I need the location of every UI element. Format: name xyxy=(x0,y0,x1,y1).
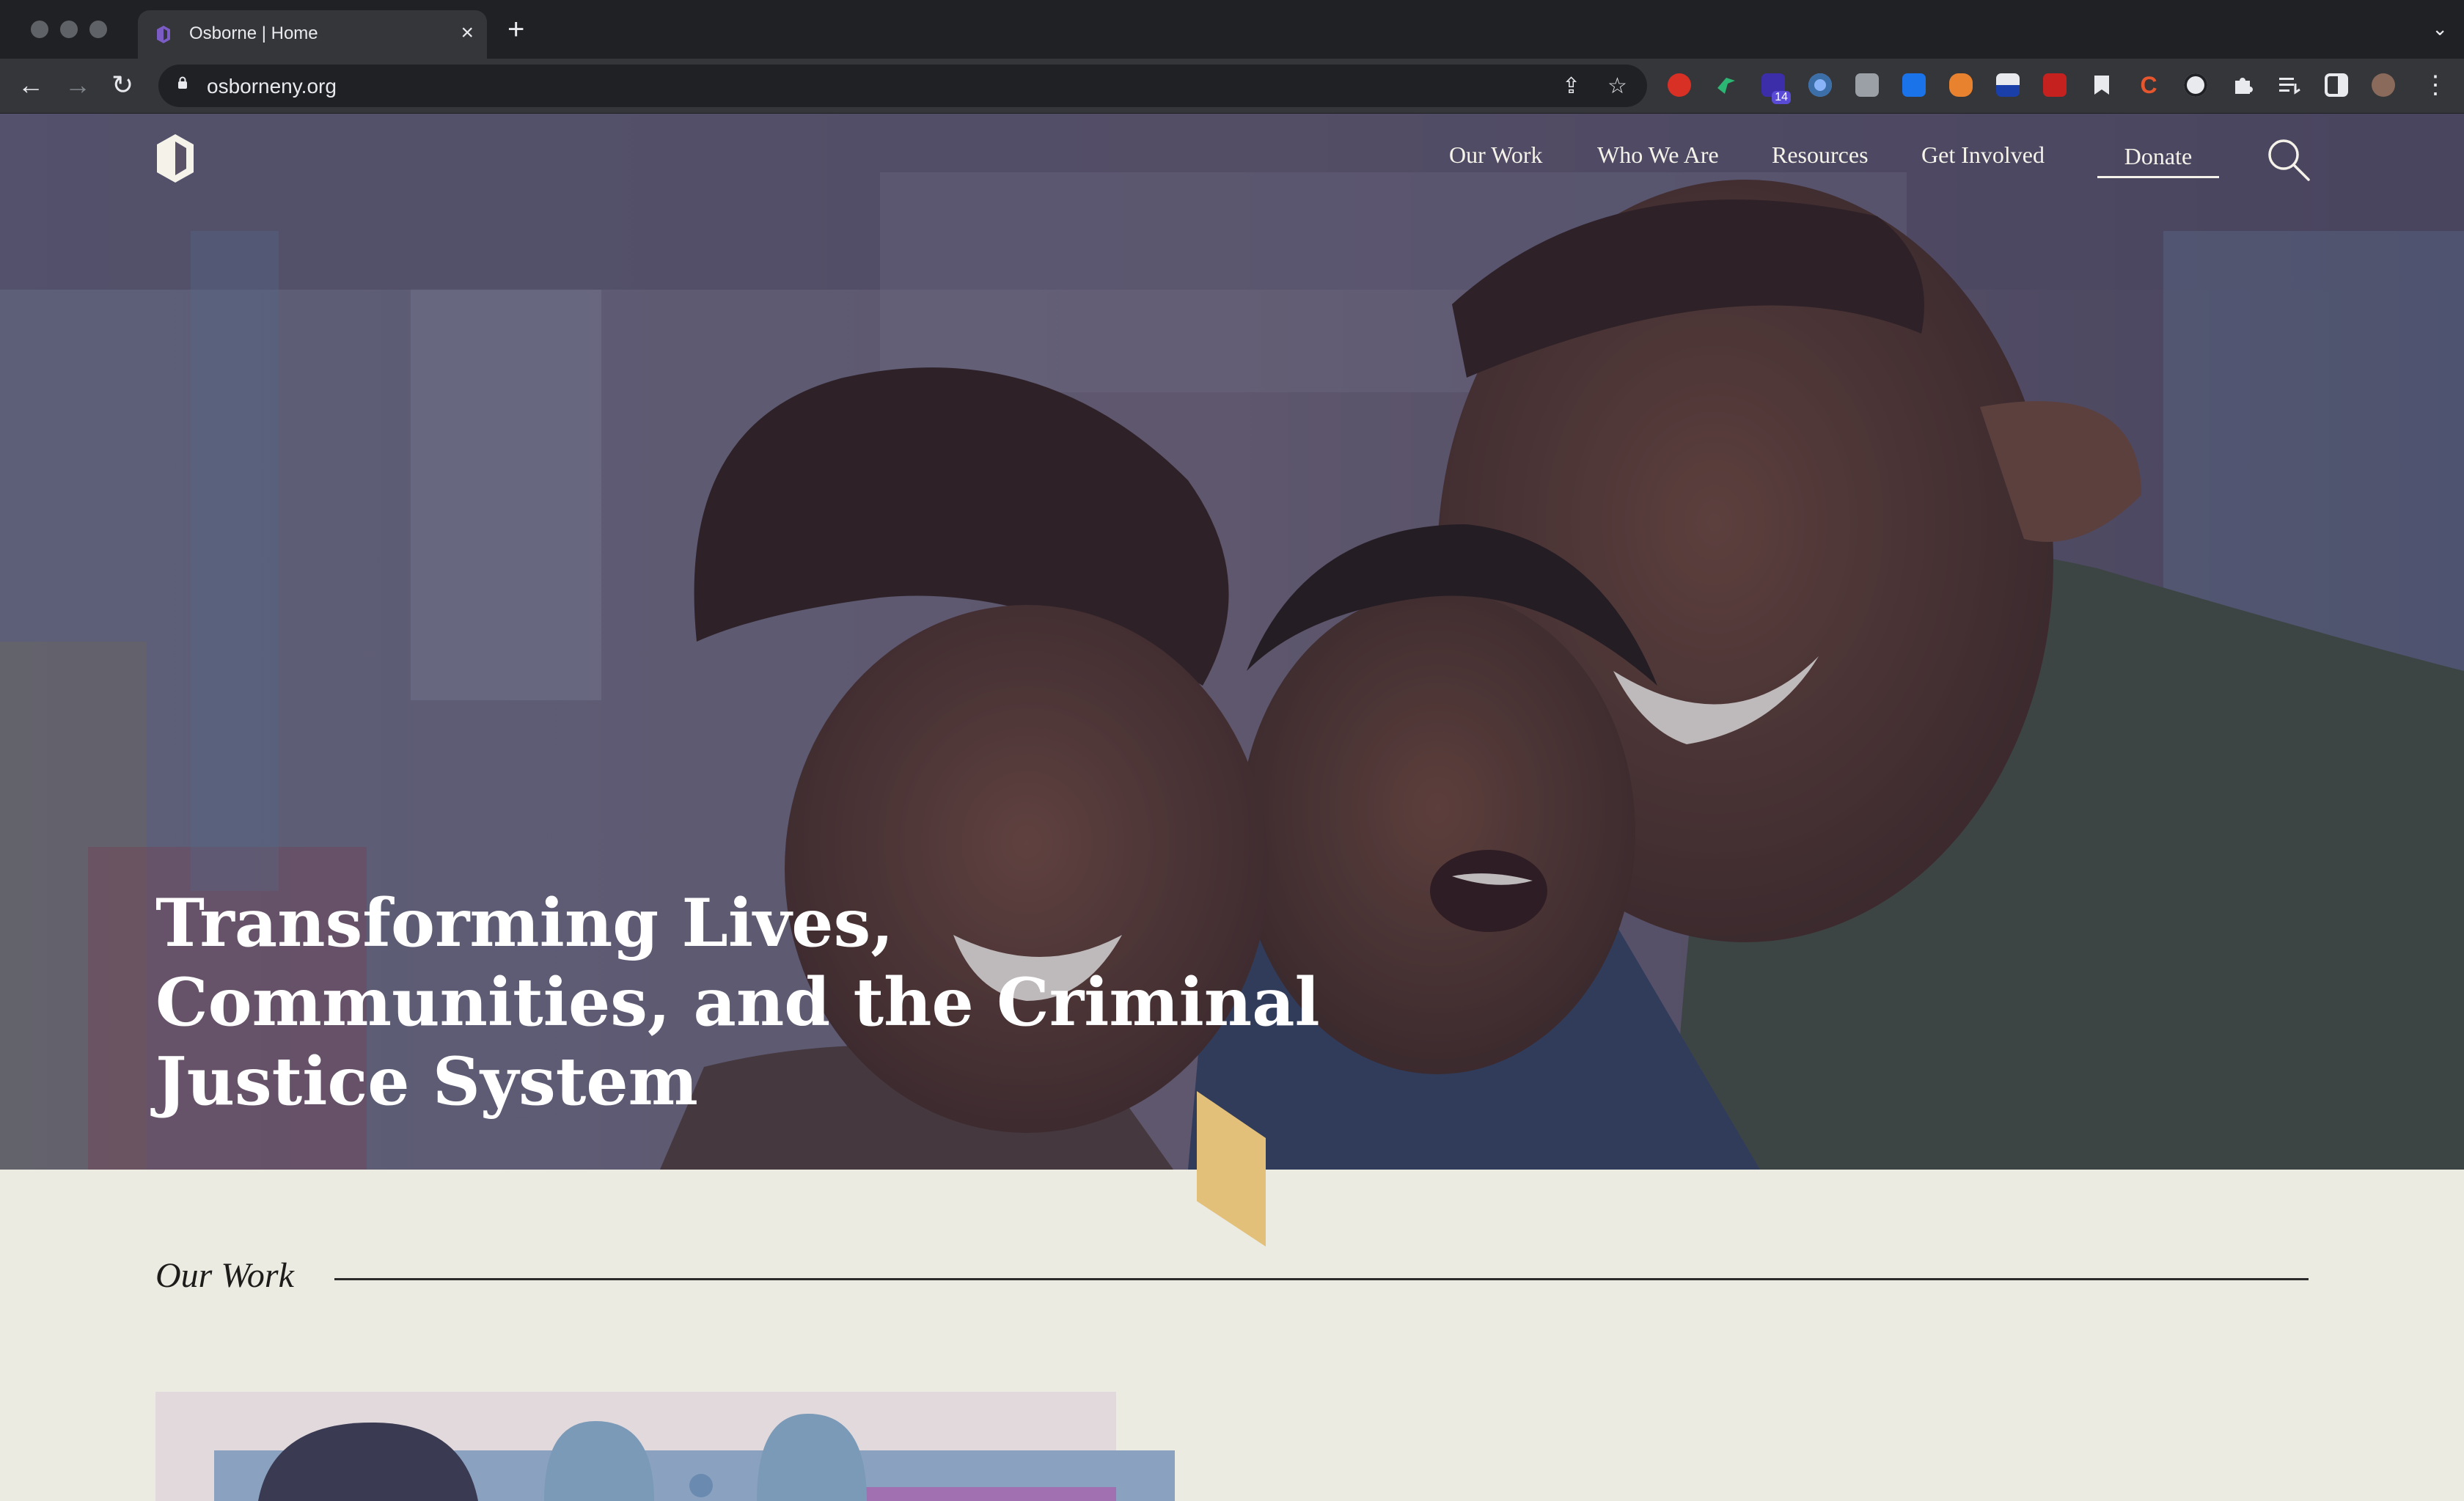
bookmark-star-icon[interactable]: ☆ xyxy=(1607,73,1627,99)
browser-tab-bar: Osborne | Home × + ⌄ xyxy=(0,0,2464,59)
translate-ext-icon[interactable] xyxy=(1902,73,1926,97)
url-text[interactable]: osborneny.org xyxy=(207,75,337,98)
minimize-window-button[interactable] xyxy=(60,21,78,38)
nav-our-work[interactable]: Our Work xyxy=(1449,142,1542,169)
lock-icon xyxy=(178,76,187,89)
forward-button[interactable]: → xyxy=(65,69,91,101)
c-ext-icon[interactable]: C xyxy=(2137,73,2160,97)
badge-ext-icon[interactable]: 14 xyxy=(1761,73,1791,104)
tab-osborne-home[interactable]: Osborne | Home × xyxy=(138,10,487,59)
queue-icon[interactable] xyxy=(2278,73,2301,97)
close-window-button[interactable] xyxy=(31,21,48,38)
nav-get-involved[interactable]: Get Involved xyxy=(1921,142,2045,169)
back-button[interactable]: ← xyxy=(18,69,44,101)
hero-headline: Transforming Lives, Communities, and the… xyxy=(155,884,1402,1121)
flag-ext-icon[interactable] xyxy=(1996,73,2020,97)
share-icon[interactable]: ⇪ xyxy=(1562,73,1580,99)
our-work-illustration[interactable] xyxy=(155,1392,1175,1501)
new-tab-button[interactable]: + xyxy=(507,15,524,44)
tab-title: Osborne | Home xyxy=(189,23,318,43)
maximize-window-button[interactable] xyxy=(89,21,107,38)
adblock-icon[interactable] xyxy=(1668,73,1691,97)
grey-ext-icon[interactable] xyxy=(1855,73,1879,97)
search-icon[interactable] xyxy=(2265,136,2311,183)
osborne-favicon-icon xyxy=(157,26,170,43)
reload-button[interactable]: ↻ xyxy=(111,69,133,101)
profile-avatar[interactable] xyxy=(2372,73,2395,97)
donate-button[interactable]: Donate xyxy=(2097,136,2219,178)
section-divider xyxy=(334,1278,2309,1280)
hero-headline-line: Transforming Lives, xyxy=(155,884,894,962)
browser-toolbar: ← → ↻ osborneny.org ⇪ ☆ 14 C ⋮ xyxy=(0,59,2464,114)
puzzle-icon[interactable] xyxy=(2231,73,2254,97)
hummingbird-icon[interactable] xyxy=(1715,73,1738,97)
hero-section: Our Work Who We Are Resources Get Involv… xyxy=(0,114,2464,1170)
sidepanel-icon[interactable] xyxy=(2325,73,2348,97)
stamp-ext-icon[interactable] xyxy=(2043,73,2067,97)
nav-resources[interactable]: Resources xyxy=(1772,142,1869,169)
section-title-our-work: Our Work xyxy=(155,1256,294,1295)
extension-badge: 14 xyxy=(1772,91,1791,104)
a-circle-icon[interactable] xyxy=(2184,73,2207,97)
nav-who-we-are[interactable]: Who We Are xyxy=(1597,142,1719,169)
address-bar[interactable]: osborneny.org ⇪ ☆ xyxy=(158,65,1647,107)
bookmark-ext-icon[interactable] xyxy=(2090,73,2113,97)
circle-ext-icon[interactable] xyxy=(1808,73,1832,97)
tab-search-chevron-icon[interactable]: ⌄ xyxy=(2432,18,2448,40)
fox-ext-icon[interactable] xyxy=(1949,73,1973,97)
hero-headline-line: Communities, and the Criminal xyxy=(155,964,1320,1041)
tab-close-icon[interactable]: × xyxy=(461,22,474,44)
browser-menu-icon[interactable]: ⋮ xyxy=(2423,69,2448,101)
osborne-logo-icon[interactable] xyxy=(155,133,195,184)
gold-ribbon-decoration xyxy=(1197,1091,1266,1247)
